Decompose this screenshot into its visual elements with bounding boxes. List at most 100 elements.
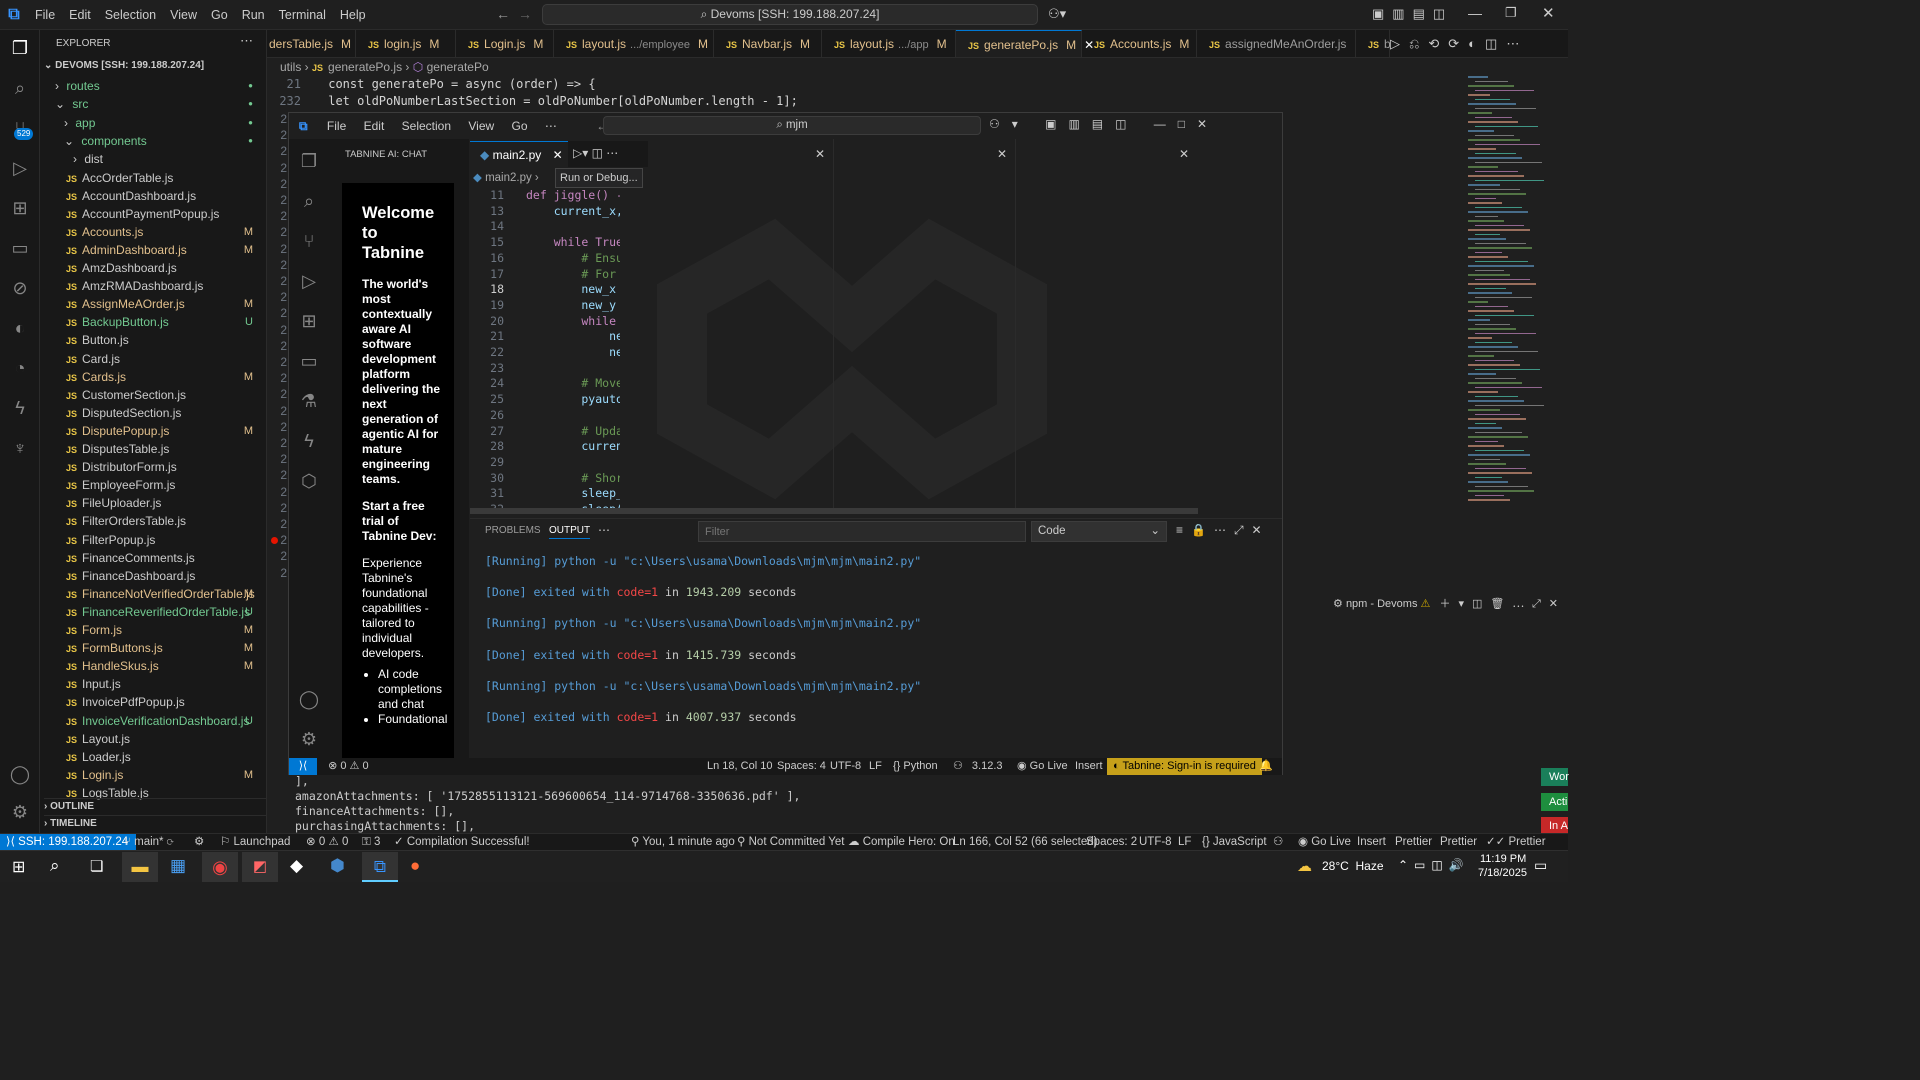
breadcrumb-folder[interactable]: utils: [280, 60, 301, 74]
menu-help[interactable]: Help: [333, 0, 373, 30]
inner-menu-go[interactable]: Go: [512, 119, 528, 133]
inner-extensions-icon[interactable]: ⊞: [297, 309, 321, 333]
tab-login-js[interactable]: JS login.js M: [356, 30, 456, 57]
folder-routes[interactable]: › routes ●: [40, 77, 266, 95]
outline-section[interactable]: › OUTLINE: [44, 798, 266, 812]
file-item[interactable]: JS AccountPaymentPopup.js: [40, 205, 266, 223]
tab-dersTable-js[interactable]: dersTable.js M: [267, 30, 356, 57]
prettier-status[interactable]: Prettier: [1440, 834, 1477, 850]
inner-menu-file[interactable]: File: [327, 119, 346, 133]
folder-components[interactable]: ⌄ components ●: [40, 132, 266, 150]
tab-layout-js[interactable]: JS layout.js .../app M: [822, 30, 956, 57]
file-item[interactable]: JS AdminDashboard.js M: [40, 241, 266, 259]
clock-date[interactable]: 7/18/2025: [1478, 867, 1527, 879]
task-view-icon[interactable]: ❏: [90, 857, 103, 875]
layout-toggle-icons[interactable]: ▣▥▤◫: [1372, 6, 1453, 22]
tab-assignedMeAnOrder-js[interactable]: JS assignedMeAnOrder.js: [1197, 30, 1356, 57]
panel-more-icon[interactable]: ⋯: [598, 523, 610, 537]
tab-Login-js[interactable]: JS Login.js M: [456, 30, 554, 57]
file-item[interactable]: JS CustomerSection.js: [40, 386, 266, 404]
explorer-root[interactable]: ⌄ DEVOMS [SSH: 199.188.207.24]: [44, 60, 204, 71]
output-channel-select[interactable]: Code ⌄: [1031, 521, 1167, 542]
side-button-wor[interactable]: Wor: [1541, 768, 1569, 786]
tab-output[interactable]: OUTPUT: [549, 525, 591, 539]
folder-dist[interactable]: › dist: [40, 150, 266, 168]
settings-gear-icon[interactable]: ⚙: [8, 800, 32, 824]
panel-actions[interactable]: ≡🔒⋯⤢✕: [1176, 523, 1270, 538]
outer-code-line-232[interactable]: 232 let oldPoNumberLastSection = oldPoNu…: [267, 93, 798, 110]
inner-encoding[interactable]: UTF-8: [830, 758, 861, 775]
command-center[interactable]: ⌕ Devoms [SSH: 199.188.207.24]: [542, 4, 1038, 25]
tab-b[interactable]: JS b: [1356, 30, 1391, 57]
file-item[interactable]: JS Button.js: [40, 331, 266, 349]
git-graph-icon[interactable]: ⚙: [194, 834, 204, 850]
file-item[interactable]: JS FinanceReverifiedOrderTable.js U: [40, 603, 266, 621]
prettier-status[interactable]: Prettier: [1395, 834, 1432, 850]
ports-status[interactable]: ⚿ 3: [362, 834, 380, 850]
app-icon[interactable]: ⬢: [330, 856, 345, 876]
search-icon[interactable]: ⌕: [50, 856, 60, 876]
timeline-icon[interactable]: ◔: [8, 356, 32, 380]
breadcrumb-file[interactable]: generatePo.js: [328, 60, 402, 74]
close-tab-icon[interactable]: ✕: [553, 148, 563, 162]
file-item[interactable]: JS DisputesTable.js: [40, 440, 266, 458]
indentation[interactable]: Spaces: 2: [1086, 834, 1137, 850]
minimap[interactable]: [1462, 76, 1568, 586]
tab-Navbar-js[interactable]: JS Navbar.js M: [714, 30, 822, 57]
zoom-app-icon[interactable]: ◩: [242, 852, 278, 882]
inner-account-icon[interactable]: ◯: [297, 687, 321, 711]
tab-layout-js[interactable]: JS layout.js .../employee M: [554, 30, 714, 57]
menu-terminal[interactable]: Terminal: [272, 0, 333, 30]
file-item[interactable]: JS AmzRMADashboard.js: [40, 277, 266, 295]
close-group-icon[interactable]: ✕: [997, 147, 1007, 161]
file-item[interactable]: JS AssignMeAOrder.js M: [40, 295, 266, 313]
inner-mode[interactable]: Insert: [1075, 758, 1103, 775]
file-item[interactable]: JS Card.js: [40, 350, 266, 368]
inner-search-box[interactable]: ⌕ mjm: [603, 116, 981, 135]
run-debug-button[interactable]: ▷▾ ◫ ⋯: [573, 146, 618, 160]
remote-indicator[interactable]: ⟩⟨ SSH: 199.188.207.24: [0, 834, 137, 850]
menu-run[interactable]: Run: [235, 0, 272, 30]
gitlens-icon[interactable]: ⊘: [8, 276, 32, 300]
inner-language[interactable]: {} Python: [893, 758, 938, 775]
output-filter-input[interactable]: [698, 521, 1026, 542]
close-group-icon[interactable]: ✕: [815, 147, 825, 161]
file-item[interactable]: JS FormButtons.js M: [40, 639, 266, 657]
notification-icon[interactable]: ▭: [1534, 857, 1547, 874]
inner-cursor-pos[interactable]: Ln 18, Col 10: [707, 758, 772, 775]
file-item[interactable]: JS AccountDashboard.js: [40, 187, 266, 205]
file-item[interactable]: JS EmployeeForm.js: [40, 476, 266, 494]
menu-file[interactable]: File: [28, 0, 62, 30]
folder-src[interactable]: ⌄ src ●: [40, 95, 266, 113]
forward-arrow-icon[interactable]: →: [518, 6, 532, 22]
git-branch[interactable]: ⑂ main* ⟳: [124, 834, 174, 850]
inner-code-editor[interactable]: 11 def jiggle() -> 13 current_x, 14 15 while…: [470, 188, 620, 508]
inner-remote-icon[interactable]: ▭: [297, 349, 321, 373]
inner-thunder-icon[interactable]: ϟ: [297, 429, 321, 453]
compile-status[interactable]: ✓ Compilation Successful!: [394, 834, 530, 850]
file-item[interactable]: JS FinanceDashboard.js: [40, 567, 266, 585]
eol[interactable]: LF: [1178, 834, 1191, 850]
git-blame[interactable]: ⚲ You, 1 minute ago: [631, 834, 735, 850]
close-group-icon[interactable]: ✕: [1179, 147, 1189, 161]
breadcrumb-symbol[interactable]: generatePo: [427, 60, 489, 74]
file-item[interactable]: JS FileUploader.js: [40, 494, 266, 512]
go-live[interactable]: ◉ Go Live: [1298, 834, 1351, 850]
inner-window-controls[interactable]: ⚇▾ ▣▥▤◫ —□✕: [989, 117, 1219, 131]
account-icon[interactable]: ◯: [8, 762, 32, 786]
commit-status[interactable]: ⚲ Not Committed Yet: [737, 834, 845, 850]
encoding[interactable]: UTF-8: [1139, 834, 1172, 850]
inner-menu-selection[interactable]: Selection: [402, 119, 451, 133]
language-mode[interactable]: {} JavaScript: [1202, 834, 1267, 850]
inner-menu-edit[interactable]: Edit: [364, 119, 385, 133]
inner-notification-icon[interactable]: 🔔: [1259, 758, 1273, 775]
tabnine-icon[interactable]: ◐: [8, 316, 32, 340]
thunder-icon[interactable]: ϟ: [8, 396, 32, 420]
file-item[interactable]: JS Form.js M: [40, 621, 266, 639]
store-icon[interactable]: ▦: [170, 856, 186, 876]
file-item[interactable]: JS FinanceComments.js: [40, 549, 266, 567]
inner-remote-icon[interactable]: ⟩⟨: [289, 758, 317, 775]
clock-time[interactable]: 11:19 PM: [1480, 853, 1526, 865]
file-explorer-icon[interactable]: ▬: [122, 852, 158, 882]
copilot-status-icon[interactable]: ⚇: [1273, 834, 1283, 850]
